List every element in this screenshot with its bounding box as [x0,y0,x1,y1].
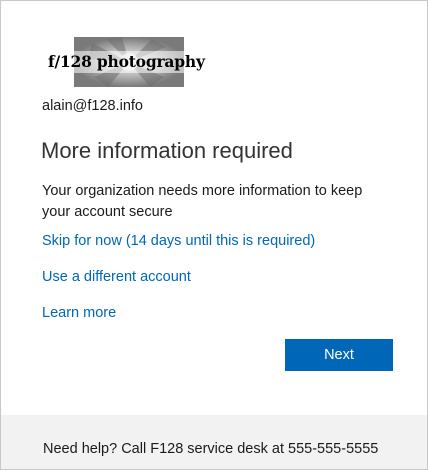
help-text: Need help? Call F128 service desk at 555… [43,441,379,457]
logo-text: f/128 photography [48,52,205,71]
skip-for-now-link[interactable]: Skip for now (14 days until this is requ… [42,233,315,249]
use-different-account-link[interactable]: Use a different account [42,269,191,285]
page-title: More information required [41,138,293,163]
next-button[interactable]: Next [285,339,393,371]
sign-in-dialog: f/128 photography alain@f128.info More i… [0,0,428,470]
learn-more-link[interactable]: Learn more [42,305,116,321]
account-email: alain@f128.info [42,98,143,114]
help-footer: Need help? Call F128 service desk at 555… [1,415,427,469]
company-logo: f/128 photography [46,37,205,87]
description-text: Your organization needs more information… [42,183,363,220]
